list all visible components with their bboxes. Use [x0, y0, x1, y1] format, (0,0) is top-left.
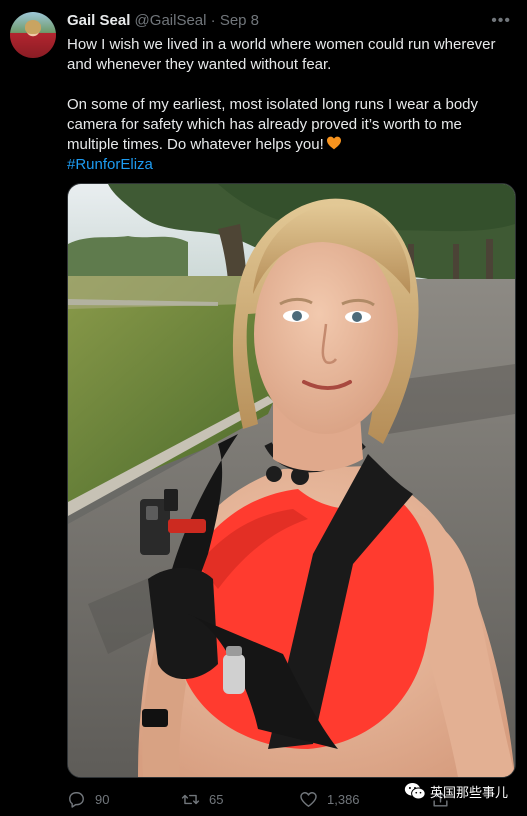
tweet[interactable]: Gail Seal @GailSeal · Sep 8 ••• How I wi…: [0, 0, 527, 816]
watermark-text: 英国那些事儿: [430, 785, 509, 801]
avatar-hair: [25, 20, 41, 34]
tweet-text-line2: On some of my earliest, most isolated lo…: [67, 95, 517, 155]
like-count: 1,386: [327, 791, 360, 807]
avatar[interactable]: [10, 12, 56, 58]
separator-dot: ·: [210, 12, 216, 29]
tweet-text: How I wish we lived in a world where wom…: [67, 35, 517, 175]
reply-button[interactable]: 90: [67, 787, 109, 811]
watermark: 英国那些事儿: [404, 780, 508, 802]
retweet-count: 65: [209, 791, 224, 807]
reply-icon: [69, 791, 84, 808]
like-button[interactable]: 1,386: [299, 787, 360, 811]
author-handle[interactable]: @GailSeal: [135, 12, 207, 29]
orange-heart-icon: [326, 136, 341, 150]
tweet-header: Gail Seal @GailSeal · Sep 8: [67, 12, 259, 29]
tweet-text-line2-body: On some of my earliest, most isolated lo…: [67, 96, 479, 153]
tweet-photo[interactable]: [67, 183, 516, 778]
reply-count: 90: [95, 791, 110, 807]
retweet-button[interactable]: 65: [181, 787, 223, 811]
more-horizontal-icon[interactable]: •••: [491, 12, 511, 30]
author-name[interactable]: Gail Seal: [67, 12, 130, 29]
tweet-date[interactable]: Sep 8: [220, 12, 259, 29]
wechat-icon: [404, 782, 426, 800]
heart-icon: [300, 791, 317, 807]
retweet-icon: [181, 794, 200, 804]
selfie-photo: [68, 184, 515, 777]
hashtag-link[interactable]: #RunforEliza: [67, 156, 153, 173]
tweet-text-line1: How I wish we lived in a world where wom…: [67, 36, 496, 73]
